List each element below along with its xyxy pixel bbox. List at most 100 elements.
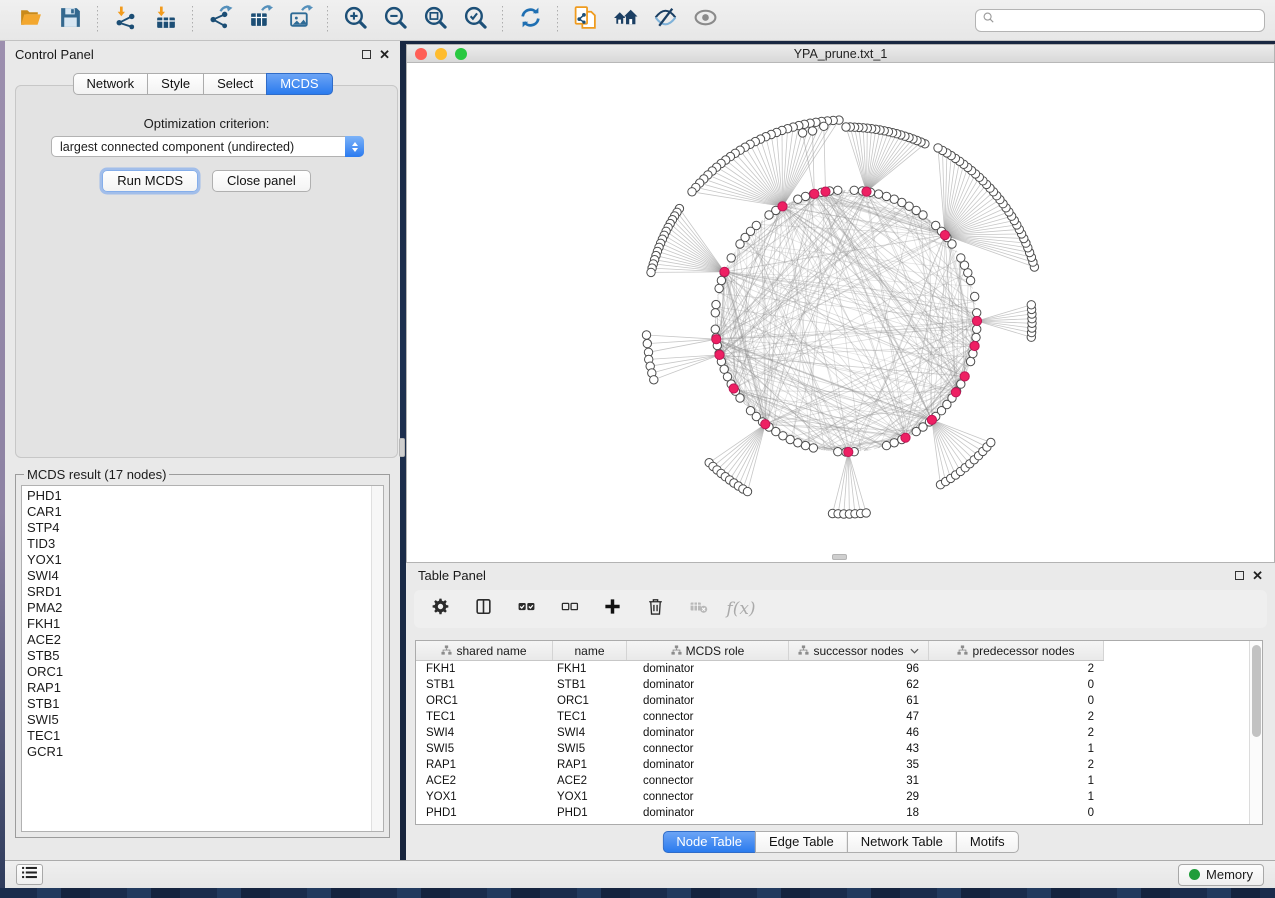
graph-node[interactable] — [711, 309, 719, 317]
new-network-from-selection-button[interactable] — [570, 5, 600, 35]
hide-graphics-details-button[interactable] — [650, 5, 680, 35]
network-window-titlebar[interactable]: YPA_prune.txt_1 — [407, 45, 1274, 63]
mcds-result-item[interactable]: FKH1 — [27, 616, 371, 632]
tab-mcds[interactable]: MCDS — [266, 73, 332, 95]
zoom-fit-button[interactable] — [420, 5, 450, 35]
graph-node-selected[interactable] — [927, 415, 936, 424]
graph-node[interactable] — [972, 333, 980, 341]
tab-select[interactable]: Select — [203, 73, 267, 95]
table-tab-edge-table[interactable]: Edge Table — [755, 831, 848, 853]
mcds-result-item[interactable]: RAP1 — [27, 680, 371, 696]
graph-node[interactable] — [820, 122, 828, 130]
table-tab-network-table[interactable]: Network Table — [847, 831, 957, 853]
export-network-button[interactable] — [205, 5, 235, 35]
table-row[interactable]: PHD1PHD1dominator180 — [416, 805, 1249, 821]
mcds-result-item[interactable]: PMA2 — [27, 600, 371, 616]
mcds-list-scrollbar[interactable] — [371, 486, 383, 831]
import-table-button[interactable] — [150, 5, 180, 35]
mcds-result-item[interactable]: TID3 — [27, 536, 371, 552]
graph-node-selected[interactable] — [901, 433, 910, 442]
graph-node[interactable] — [874, 190, 882, 198]
close-panel-button[interactable]: Close panel — [212, 170, 311, 192]
mcds-result-item[interactable]: STB5 — [27, 648, 371, 664]
graph-node-selected[interactable] — [712, 335, 721, 344]
select-all-button[interactable] — [514, 597, 538, 621]
column-header-shared-name[interactable]: shared name — [416, 641, 553, 660]
graph-node[interactable] — [973, 309, 981, 317]
zoom-out-button[interactable] — [380, 5, 410, 35]
table-settings-button[interactable] — [428, 597, 452, 621]
graph-node-selected[interactable] — [970, 341, 979, 350]
graph-node-selected[interactable] — [715, 350, 724, 359]
mcds-result-item[interactable]: STB1 — [27, 696, 371, 712]
graph-node[interactable] — [715, 284, 723, 292]
table-row[interactable]: SWI4SWI4dominator462 — [416, 725, 1249, 741]
mcds-result-item[interactable]: SWI4 — [27, 568, 371, 584]
table-row[interactable]: SWI5SWI5connector431 — [416, 741, 1249, 757]
graph-node[interactable] — [957, 254, 965, 262]
graph-node[interactable] — [966, 357, 974, 365]
graph-node[interactable] — [842, 123, 850, 131]
graph-node[interactable] — [794, 195, 802, 203]
graph-node-selected[interactable] — [810, 189, 819, 198]
graph-node[interactable] — [647, 268, 655, 276]
close-table-panel-icon[interactable]: ✕ — [1252, 569, 1263, 582]
table-row[interactable]: FKH1FKH1dominator962 — [416, 661, 1249, 677]
table-row[interactable]: STB1STB1dominator620 — [416, 677, 1249, 693]
float-table-panel-icon[interactable] — [1235, 571, 1244, 580]
delete-table-button[interactable] — [686, 597, 710, 621]
graph-node-selected[interactable] — [940, 231, 949, 240]
mcds-result-item[interactable]: PHD1 — [27, 488, 371, 504]
graph-node[interactable] — [727, 254, 735, 262]
column-header-MCDS-role[interactable]: MCDS role — [627, 641, 789, 660]
mcds-result-item[interactable]: SRD1 — [27, 584, 371, 600]
graph-node[interactable] — [808, 127, 816, 135]
optimization-criterion-select[interactable]: largest connected component (undirected) — [51, 136, 364, 157]
graph-node[interactable] — [712, 300, 720, 308]
graph-node[interactable] — [688, 188, 696, 196]
graph-node[interactable] — [971, 292, 979, 300]
mcds-result-item[interactable]: YOX1 — [27, 552, 371, 568]
graph-node[interactable] — [834, 186, 842, 194]
graph-node-selected[interactable] — [821, 187, 830, 196]
mcds-result-item[interactable]: SWI5 — [27, 712, 371, 728]
mcds-result-item[interactable]: ORC1 — [27, 664, 371, 680]
graph-node[interactable] — [1027, 301, 1035, 309]
tab-style[interactable]: Style — [147, 73, 204, 95]
graph-node-selected[interactable] — [972, 316, 981, 325]
network-splitter-handle[interactable] — [832, 554, 847, 560]
graph-node[interactable] — [736, 394, 744, 402]
mcds-result-item[interactable]: TEC1 — [27, 728, 371, 744]
graph-node[interactable] — [642, 331, 650, 339]
graph-node[interactable] — [717, 276, 725, 284]
graph-node-selected[interactable] — [951, 388, 960, 397]
graph-node[interactable] — [765, 211, 773, 219]
show-graphics-details-button[interactable] — [690, 5, 720, 35]
graph-node-selected[interactable] — [720, 267, 729, 276]
graph-node[interactable] — [850, 186, 858, 194]
table-row[interactable]: TEC1TEC1connector472 — [416, 709, 1249, 725]
search-input[interactable] — [1000, 13, 1258, 27]
table-scrollbar-thumb[interactable] — [1252, 645, 1261, 737]
graph-node-selected[interactable] — [761, 420, 770, 429]
column-header-name[interactable]: name — [553, 641, 627, 660]
graph-node[interactable] — [987, 438, 995, 446]
table-row[interactable]: YOX1YOX1connector291 — [416, 789, 1249, 805]
graph-node[interactable] — [973, 325, 981, 333]
delete-column-button[interactable] — [643, 597, 667, 621]
graph-node[interactable] — [934, 144, 942, 152]
table-tab-node-table[interactable]: Node Table — [662, 831, 756, 853]
import-network-button[interactable] — [110, 5, 140, 35]
close-panel-icon[interactable]: ✕ — [379, 48, 390, 61]
table-row[interactable]: ORC1ORC1dominator610 — [416, 693, 1249, 709]
graph-node-selected[interactable] — [960, 372, 969, 381]
run-mcds-button[interactable]: Run MCDS — [102, 170, 198, 192]
tab-network[interactable]: Network — [72, 73, 148, 95]
panel-splitter-handle[interactable] — [399, 438, 405, 457]
network-canvas[interactable] — [407, 63, 1274, 562]
graph-node[interactable] — [890, 195, 898, 203]
graph-node[interactable] — [932, 221, 940, 229]
column-mode-button[interactable] — [471, 597, 495, 621]
mcds-result-item[interactable]: STP4 — [27, 520, 371, 536]
export-image-button[interactable] — [285, 5, 315, 35]
